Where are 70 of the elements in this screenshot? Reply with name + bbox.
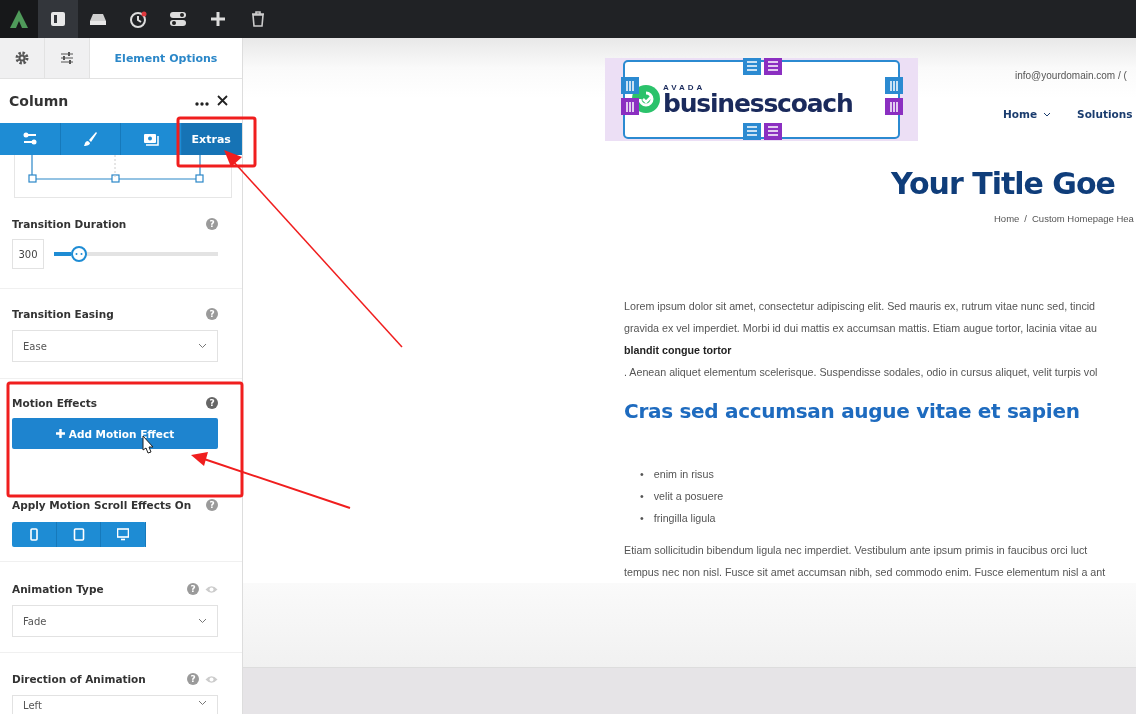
field-label: Apply Motion Scroll Effects On xyxy=(12,499,193,511)
close-icon xyxy=(217,94,228,106)
paragraph-line: Etiam sollicitudin bibendum ligula nec imperdiet. Vestibulum ante ipsum primis in faucibus orci luct xyxy=(624,543,1089,558)
chevron-down-icon xyxy=(198,343,207,349)
field-label: Motion Effects xyxy=(12,397,98,409)
bold-text: blandit congue tortor xyxy=(624,343,733,358)
plus-icon xyxy=(55,429,65,438)
select-field[interactable]: Fade xyxy=(12,605,218,637)
panel-tab[interactable] xyxy=(0,38,45,78)
gear-icon xyxy=(15,51,29,65)
breadcrumb-item: Custom Homepage Hea xyxy=(1032,213,1134,224)
duration-input[interactable]: 300 xyxy=(12,239,44,269)
tablet-icon xyxy=(72,528,85,541)
sliders-icon xyxy=(60,52,74,64)
select-field[interactable]: Left xyxy=(12,695,218,714)
breadcrumb-item[interactable]: Home xyxy=(994,213,1020,224)
slider-fill xyxy=(54,252,71,256)
slider-thumb[interactable] xyxy=(70,246,87,262)
mobile-icon xyxy=(27,528,40,541)
paragraph-line: gravida ex vel imperdiet. Morbi id dui mattis ex accumsan mattis. Etiam augue tortor, lacinia vitae au xyxy=(624,321,1098,336)
help-icon[interactable]: ? xyxy=(206,397,218,409)
nav-link[interactable]: Home xyxy=(1003,108,1052,120)
toolbar-button[interactable] xyxy=(38,0,78,38)
trash-icon xyxy=(249,10,267,28)
nav-link[interactable]: Solutions xyxy=(1077,108,1133,120)
list-bullet: • xyxy=(640,511,644,526)
drag-handle[interactable] xyxy=(885,98,903,115)
options-tab[interactable]: Extras xyxy=(181,123,242,155)
paragraph-line: Lorem ipsum dolor sit amet, consectetur adipiscing elit. Sed mauris ex, rutrum vitae nunc sed, tincid xyxy=(624,299,1097,314)
drag-handle[interactable] xyxy=(885,77,903,94)
field-label: Transition Easing xyxy=(12,308,115,320)
sidebar-toggle-icon xyxy=(49,10,67,28)
add-motion-effect-button[interactable]: Add Motion Effect xyxy=(12,418,218,449)
image-icon xyxy=(142,131,159,147)
logo-icon xyxy=(9,9,29,29)
drag-dots-icon xyxy=(74,252,83,256)
field-label: Transition Duration xyxy=(12,218,128,230)
panel-title: Column xyxy=(9,93,70,109)
drag-handle[interactable] xyxy=(764,58,782,75)
list-item: velit a posuere xyxy=(653,489,724,504)
toggles-icon xyxy=(169,10,187,28)
field-label: Direction of Animation xyxy=(12,673,147,685)
more-icon xyxy=(195,101,209,106)
chevron-down-icon xyxy=(198,700,207,706)
field-label: Animation Type xyxy=(12,583,105,595)
list-bullet: • xyxy=(640,467,644,482)
drag-handle[interactable] xyxy=(743,58,761,75)
history-icon xyxy=(129,10,147,28)
logo-name-text: businesscoach xyxy=(663,92,853,116)
sliders-icon xyxy=(21,131,38,147)
drag-handle[interactable] xyxy=(621,77,639,94)
chevron-down-icon xyxy=(198,618,207,624)
logo-brand-text: AVADA xyxy=(663,83,707,92)
drag-handle[interactable] xyxy=(764,123,782,140)
select-field[interactable]: Ease xyxy=(12,330,218,362)
breadcrumb-separator: / xyxy=(1024,213,1027,224)
brush-icon xyxy=(82,131,99,147)
paragraph-line: tempus nec non nisl. Fusce sit amet accumsan nibh, sed commodo enim. Fusce elementum nisl a ant xyxy=(624,565,1107,580)
list-bullet: • xyxy=(640,489,644,504)
desktop-icon xyxy=(117,528,130,541)
add-icon xyxy=(209,10,227,28)
drag-handle[interactable] xyxy=(621,98,639,115)
paragraph-line: . Aenean aliquet elementum scelerisque. Suspendisse sodales, odio in cursus aliquet, velit turpis vol xyxy=(624,365,1099,380)
page-title: Your Title Goe xyxy=(891,166,1116,201)
list-item: fringilla ligula xyxy=(653,511,716,526)
list-item: enim in risus xyxy=(653,467,714,482)
selected-logo-column[interactable]: AVADA businesscoach xyxy=(623,60,900,139)
section-heading: Cras sed accumsan augue vitae et sapien xyxy=(624,399,1081,423)
contact-email: info@yourdomain.com / ( xyxy=(1015,70,1128,81)
drag-handle[interactable] xyxy=(743,123,761,140)
